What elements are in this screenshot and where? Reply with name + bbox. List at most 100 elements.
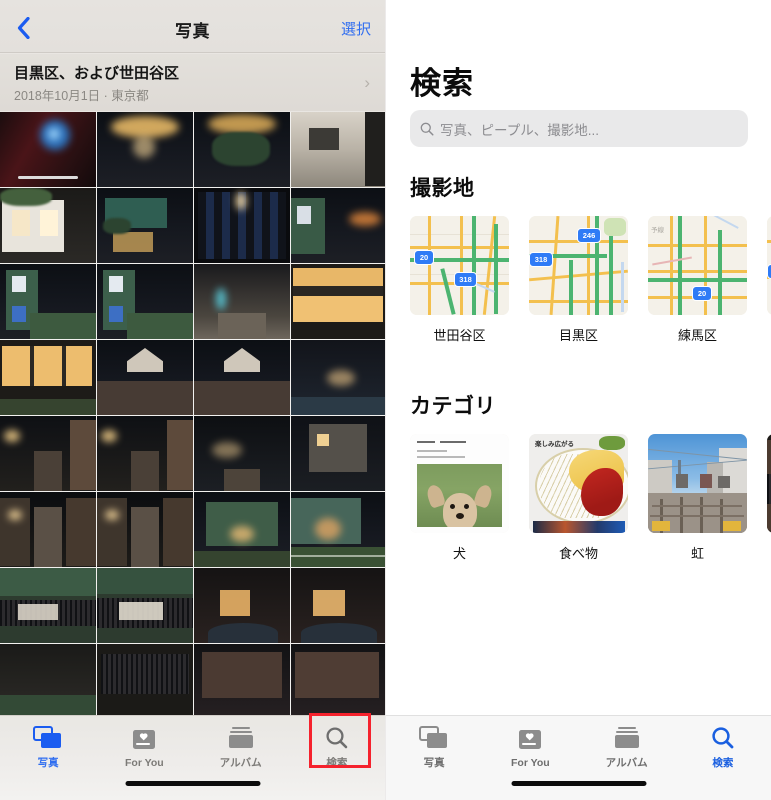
- table-row[interactable]: [291, 188, 385, 263]
- tab-for-you-label: For You: [125, 756, 164, 769]
- list-item[interactable]: 犬: [410, 434, 509, 562]
- place-map-thumbnail[interactable]: 予線 20: [648, 216, 747, 315]
- table-row[interactable]: [0, 416, 96, 491]
- tab-albums-label: アルバム: [605, 757, 648, 769]
- place-label: 練馬区: [677, 328, 717, 343]
- search-input[interactable]: 写真、ピープル、撮影地...: [410, 110, 748, 147]
- category-dog-thumbnail[interactable]: [410, 434, 509, 533]
- for-you-heart-card-icon: [519, 729, 542, 749]
- table-row[interactable]: [291, 264, 385, 339]
- search-page-title: 検索: [410, 66, 474, 101]
- tab-albums[interactable]: アルバム: [579, 716, 675, 776]
- photos-app-screen: 写真 選択 目黒区、および世田谷区 2018年10月1日 · 東京都 › 写真 …: [0, 0, 385, 800]
- category-rainbow-thumbnail[interactable]: [648, 434, 747, 533]
- search-placeholder: 写真、ピープル、撮影地...: [440, 122, 599, 138]
- tab-search-label: 検索: [712, 757, 734, 769]
- table-row[interactable]: [194, 492, 290, 567]
- table-row[interactable]: [97, 492, 193, 567]
- tab-albums-label: アルバム: [219, 757, 262, 769]
- table-row[interactable]: [97, 112, 193, 187]
- list-item[interactable]: 楽しみ広がる 食べ物: [529, 434, 628, 562]
- table-row[interactable]: [194, 112, 290, 187]
- tab-albums[interactable]: アルバム: [193, 716, 289, 776]
- table-row[interactable]: [291, 644, 385, 715]
- table-row[interactable]: [97, 264, 193, 339]
- route-shield-318: 318: [529, 252, 553, 267]
- list-item[interactable]: 20 318 世田谷区: [410, 216, 509, 344]
- moment-header[interactable]: 目黒区、および世田谷区 2018年10月1日 · 東京都 ›: [0, 54, 385, 111]
- food-thumb-caption: 楽しみ広がる: [535, 441, 574, 448]
- place-map-thumbnail-partial[interactable]: 3: [767, 216, 771, 315]
- category-food-thumbnail[interactable]: 楽しみ広がる: [529, 434, 628, 533]
- table-row[interactable]: [97, 644, 193, 715]
- category-label: 食べ物: [558, 546, 598, 561]
- list-item[interactable]: 318 246 目黒区: [529, 216, 628, 344]
- tab-search[interactable]: 検索: [675, 716, 771, 776]
- table-row[interactable]: [291, 112, 385, 187]
- table-row[interactable]: [0, 644, 96, 715]
- table-row[interactable]: [97, 340, 193, 415]
- list-item[interactable]: 予線 20 練馬区: [648, 216, 747, 344]
- albums-book-icon: [614, 727, 639, 748]
- table-row[interactable]: [291, 416, 385, 491]
- table-row[interactable]: [0, 568, 96, 643]
- route-shield-318: 318: [454, 272, 477, 287]
- tab-for-you[interactable]: For You: [482, 716, 578, 776]
- page-title: 写真: [175, 22, 210, 41]
- table-row[interactable]: [97, 568, 193, 643]
- table-row[interactable]: [97, 188, 193, 263]
- moment-title: 目黒区、および世田谷区: [14, 65, 180, 82]
- route-shield-partial: 3: [767, 264, 771, 279]
- list-item[interactable]: [767, 434, 771, 562]
- place-map-thumbnail[interactable]: 318 246: [529, 216, 628, 315]
- tab-photos-label: 写真: [423, 757, 445, 769]
- route-shield-246: 246: [577, 228, 601, 243]
- table-row[interactable]: [0, 264, 96, 339]
- table-row[interactable]: [194, 568, 290, 643]
- right-tab-bar: 写真 For You アルバム 検索: [386, 715, 771, 800]
- category-thumbnail-partial[interactable]: [767, 434, 771, 533]
- left-tab-bar: 写真 For You アルバム 検索: [0, 715, 385, 800]
- table-row[interactable]: [194, 644, 290, 715]
- places-row[interactable]: 20 318 世田谷区 318 246 目黒区 予線 20 練馬区: [386, 216, 771, 344]
- route-shield-20: 20: [414, 250, 434, 265]
- photos-stack-icon: [33, 726, 62, 748]
- table-row[interactable]: [0, 492, 96, 567]
- albums-book-icon: [228, 727, 253, 748]
- list-item[interactable]: 虹: [648, 434, 747, 562]
- photos-stack-icon: [419, 726, 448, 748]
- table-row[interactable]: [0, 188, 96, 263]
- home-indicator: [125, 781, 260, 786]
- table-row[interactable]: [291, 340, 385, 415]
- categories-row[interactable]: 犬 楽しみ広がる 食べ物 虹: [386, 434, 771, 562]
- search-icon: [712, 727, 734, 749]
- section-categories: カテゴリ 犬 楽しみ広がる 食べ物 虹: [386, 390, 771, 562]
- table-row[interactable]: [291, 492, 385, 567]
- tab-search[interactable]: 検索: [289, 716, 385, 776]
- table-row[interactable]: [97, 416, 193, 491]
- place-label: 世田谷区: [433, 328, 486, 343]
- select-button[interactable]: 選択: [341, 18, 371, 39]
- list-item[interactable]: 3: [767, 216, 771, 344]
- tab-photos[interactable]: 写真: [386, 716, 482, 776]
- section-places: 撮影地 20 318 世田谷区 318 246 目黒区 予線 20 練馬区: [386, 172, 771, 344]
- category-label: 犬: [452, 546, 466, 561]
- table-row[interactable]: [194, 416, 290, 491]
- section-places-title: 撮影地: [410, 177, 475, 200]
- tab-search-label: 検索: [326, 757, 348, 769]
- table-row[interactable]: [0, 340, 96, 415]
- table-row[interactable]: [194, 340, 290, 415]
- place-map-thumbnail[interactable]: 20 318: [410, 216, 509, 315]
- category-label: 虹: [690, 546, 704, 561]
- tab-photos[interactable]: 写真: [0, 716, 96, 776]
- navigation-bar: 写真 選択: [0, 0, 385, 53]
- table-row[interactable]: [194, 264, 290, 339]
- table-row[interactable]: [0, 112, 96, 187]
- home-indicator: [511, 781, 646, 786]
- tab-for-you[interactable]: For You: [96, 716, 192, 776]
- photo-grid[interactable]: [0, 112, 385, 715]
- search-icon: [326, 727, 348, 749]
- table-row[interactable]: [194, 188, 290, 263]
- table-row[interactable]: [291, 568, 385, 643]
- place-label: 目黒区: [558, 328, 598, 343]
